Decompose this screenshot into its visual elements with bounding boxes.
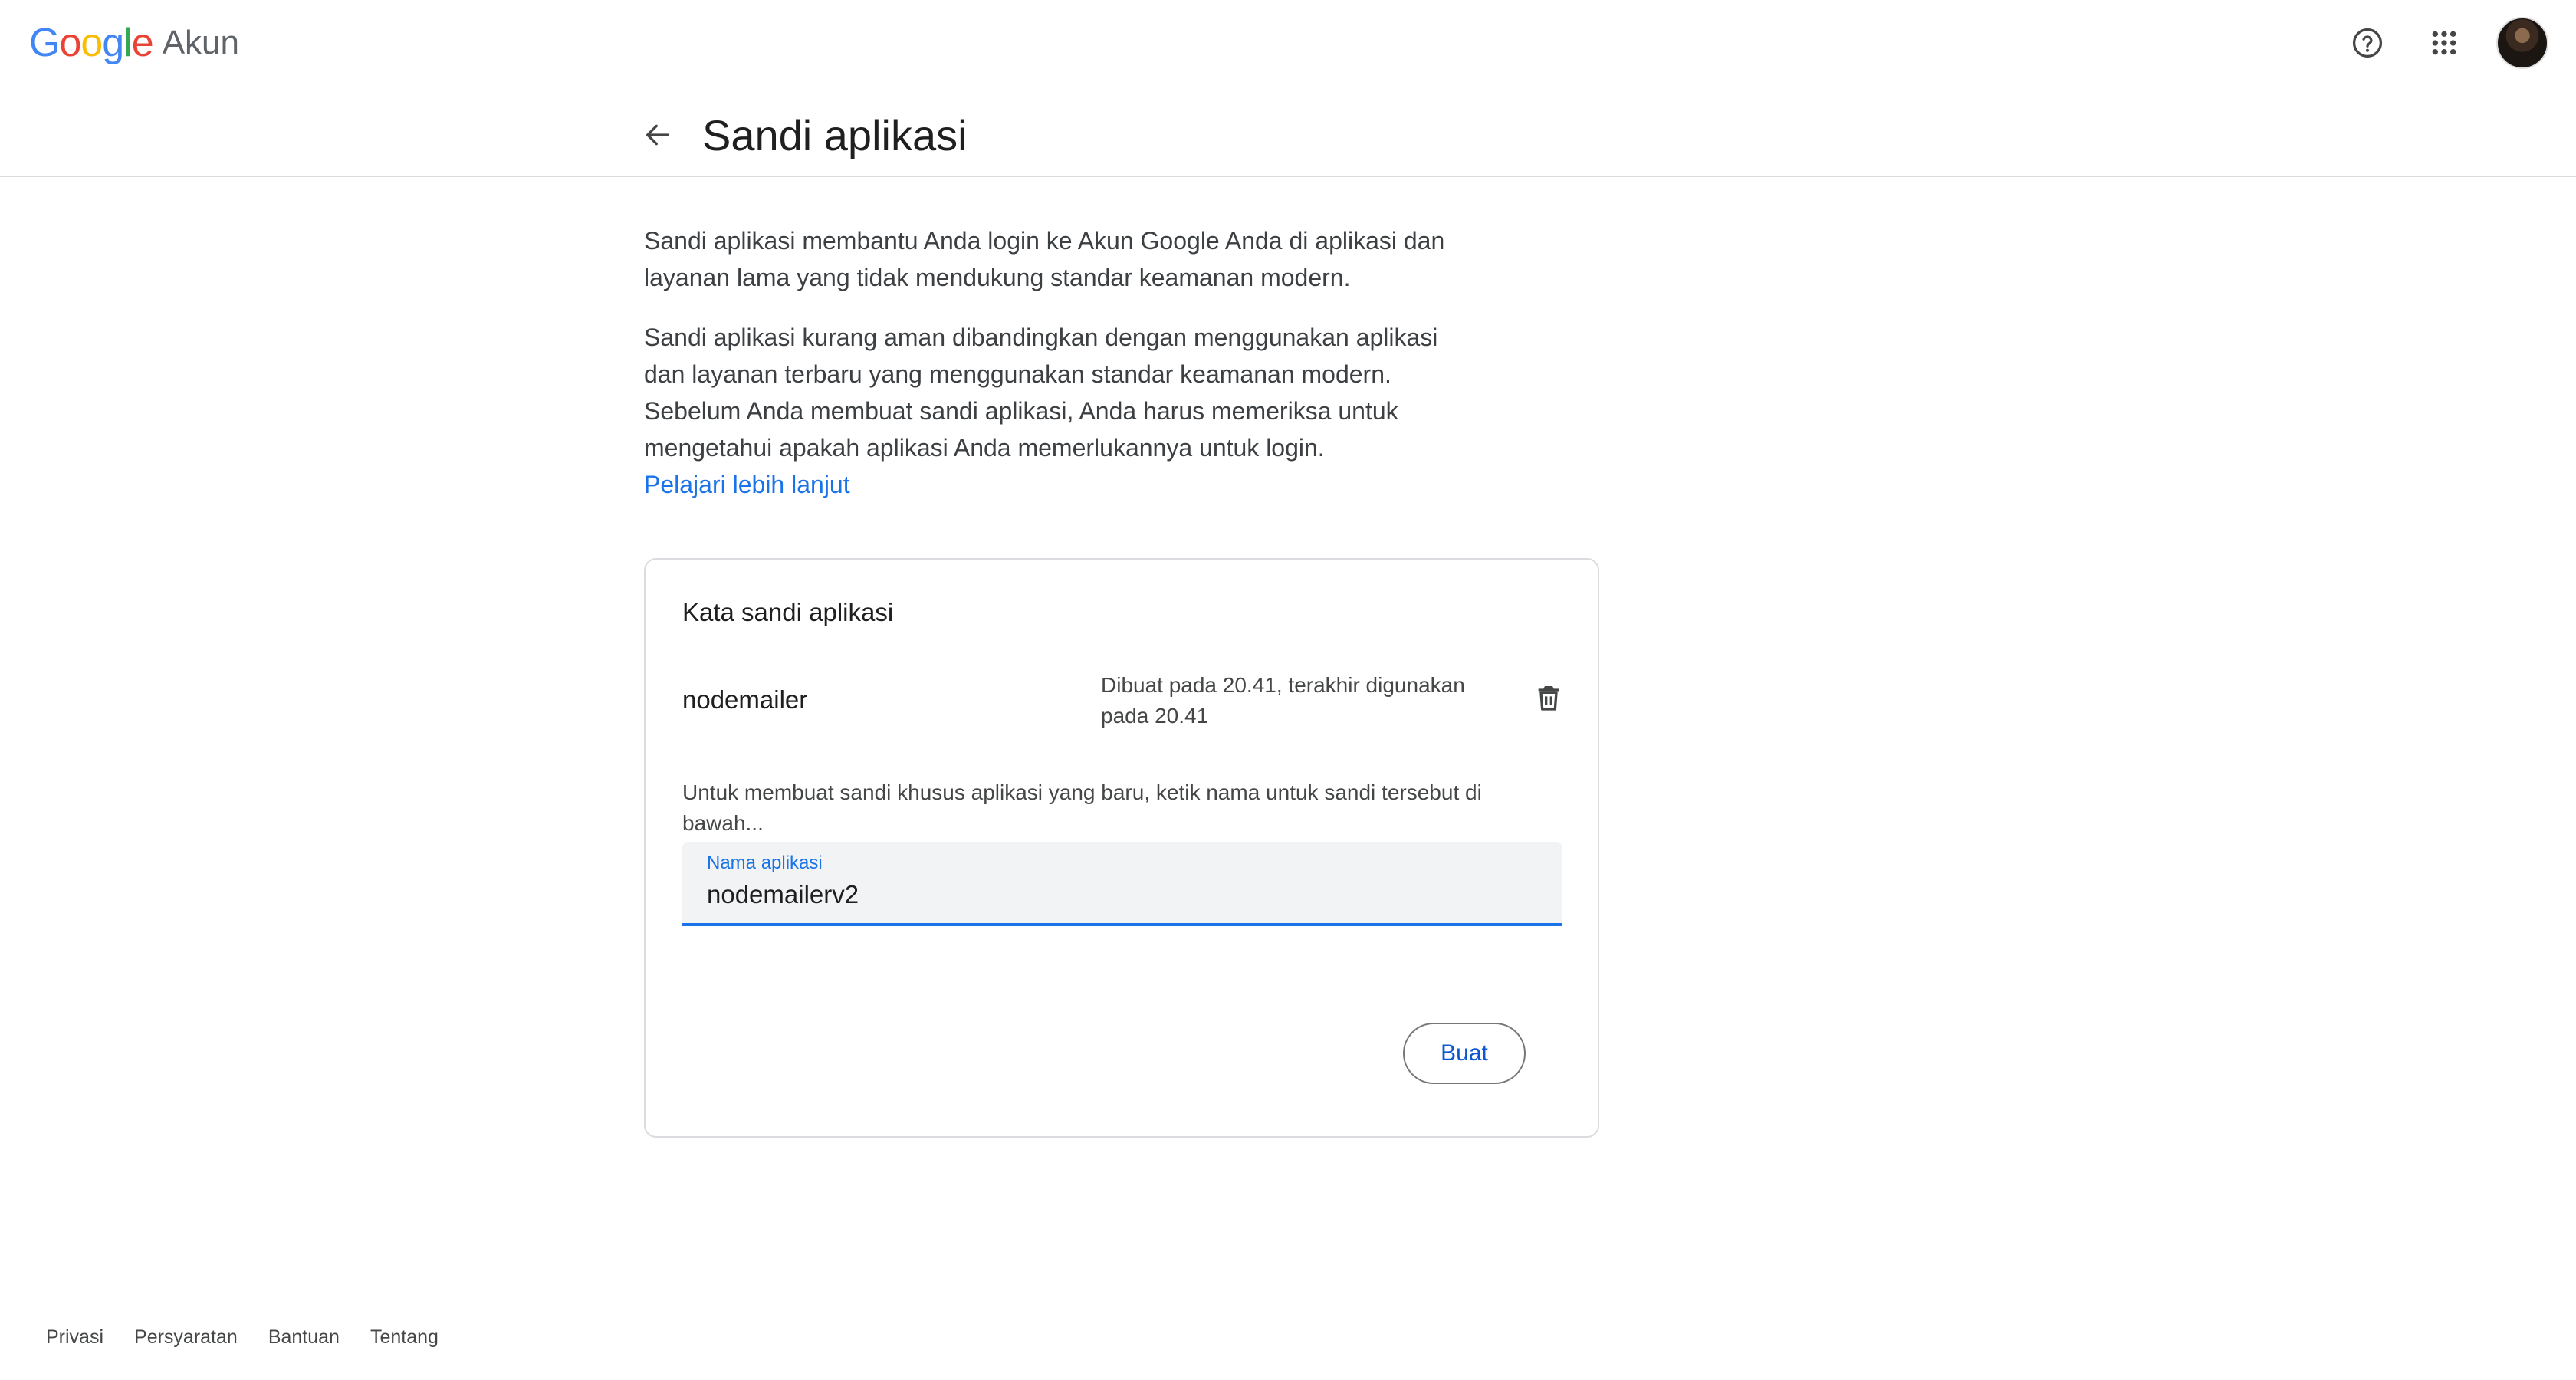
logo-letter: e [131,21,154,65]
help-icon [2352,28,2383,58]
apps-button[interactable] [2420,18,2469,67]
top-right-actions [2343,17,2548,69]
help-button[interactable] [2343,18,2392,67]
create-hint: Untuk membuat sandi khusus aplikasi yang… [682,780,1482,835]
intro-paragraph: Sandi aplikasi membantu Anda login ke Ak… [644,227,1445,291]
logo-letter: o [80,21,103,65]
app-password-meta: Dibuat pada 20.41, terakhir digunakan pa… [1101,673,1465,728]
app-name-input[interactable] [707,876,1535,914]
footer-link-about[interactable]: Tentang [370,1326,439,1349]
logo-letter: G [29,21,60,65]
app-password-name: nodemailer [682,685,808,714]
google-account-logo[interactable]: Google Akun [29,18,239,67]
page-title: Sandi aplikasi [702,110,968,159]
logo-product-name: Akun [162,24,239,61]
logo-letter: l [123,21,133,65]
footer-link-privacy[interactable]: Privasi [46,1326,104,1349]
logo-letter: g [102,21,124,65]
footer: Privasi Persyaratan Bantuan Tentang [46,1326,439,1349]
app-name-field[interactable]: Nama aplikasi [682,842,1562,926]
app-passwords-card: Kata sandi aplikasi nodemailer Dibuat pa… [644,558,1599,1138]
top-bar: Google Akun [0,0,2576,86]
card-title: Kata sandi aplikasi [682,598,894,626]
delete-password-button[interactable] [1527,676,1570,719]
avatar[interactable] [2496,17,2548,69]
warning-paragraph: Sandi aplikasi kurang aman dibandingkan … [644,324,1438,462]
create-button[interactable]: Buat [1403,1023,1526,1084]
description-section: Sandi aplikasi membantu Anda login ke Ak… [644,222,1602,503]
back-button[interactable] [636,113,679,156]
app-name-label: Nama aplikasi [707,853,823,873]
apps-icon [2432,31,2456,55]
footer-link-terms[interactable]: Persyaratan [134,1326,238,1349]
google-wordmark: Google [29,20,154,66]
page-header: Sandi aplikasi [636,104,968,166]
arrow-back-icon [646,124,669,146]
header-divider [0,176,2576,177]
trash-icon [1538,686,1559,711]
footer-link-help[interactable]: Bantuan [268,1326,340,1349]
logo-letter: o [59,21,81,65]
learn-more-link[interactable]: Pelajari lebih lanjut [644,466,850,503]
